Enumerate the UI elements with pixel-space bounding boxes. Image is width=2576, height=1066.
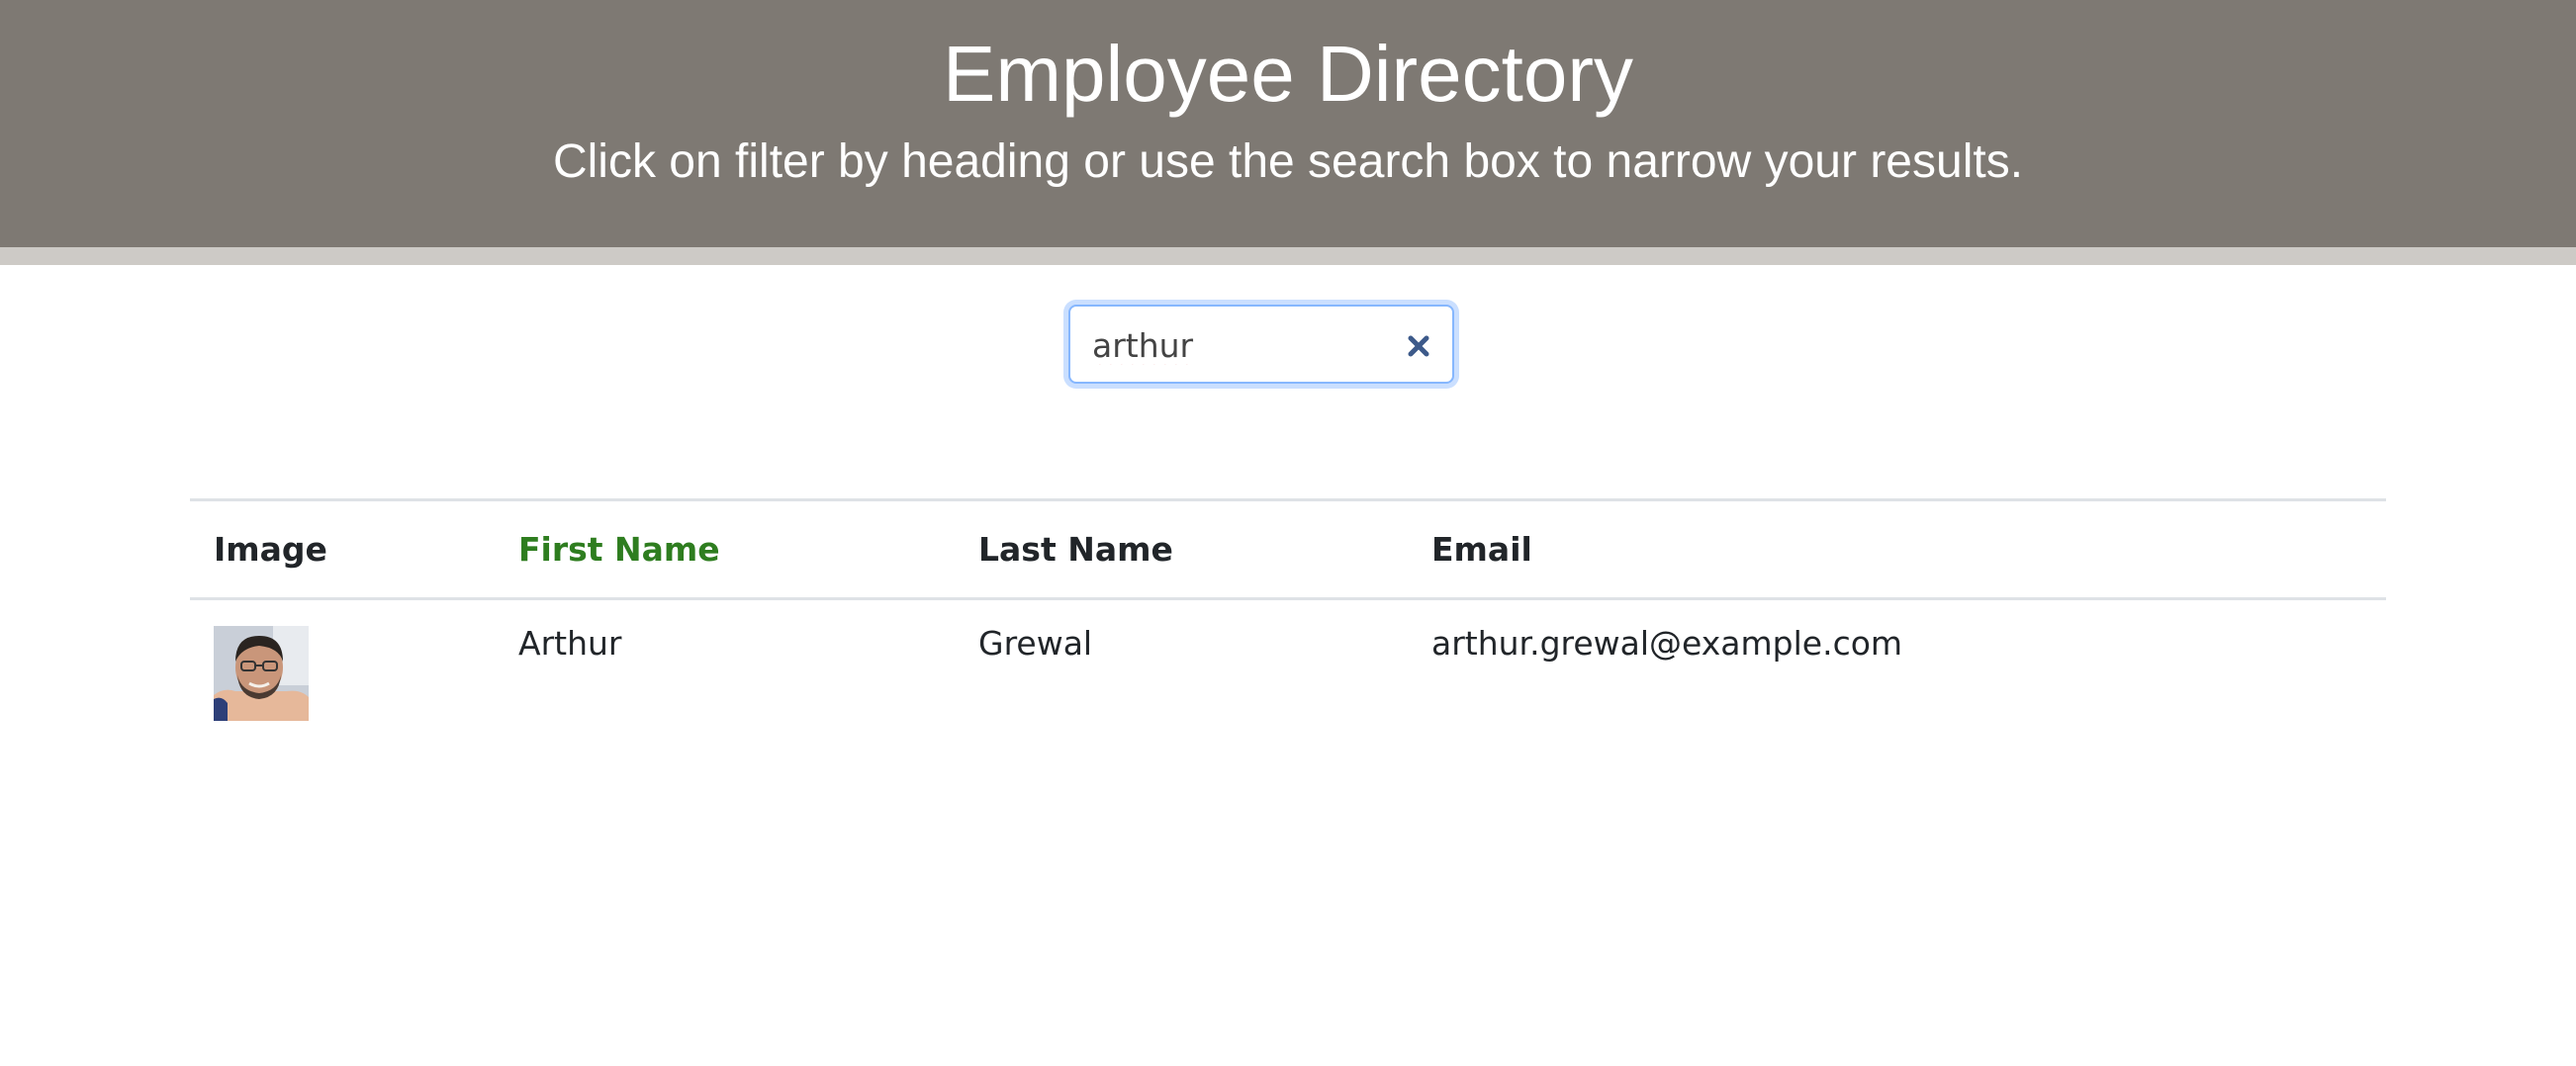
clear-search-button[interactable]: [1397, 324, 1440, 368]
table-row: Arthur Grewal arthur.grewal@example.com: [190, 599, 2386, 726]
column-header-last-name[interactable]: Last Name: [955, 500, 1408, 599]
close-icon: [1408, 335, 1429, 357]
table-header-row: Image First Name Last Name Email: [190, 499, 2386, 599]
column-header-first-name[interactable]: First Name: [495, 500, 955, 599]
first-name-cell: Arthur: [518, 624, 622, 663]
employee-table: Image First Name Last Name Email Arthur …: [190, 498, 2386, 726]
page-subtitle: Click on filter by heading or use the se…: [552, 135, 2024, 188]
image-cell: [190, 599, 495, 726]
employee-photo: [214, 626, 309, 721]
search-box: [1068, 305, 1454, 384]
column-header-image[interactable]: Image: [190, 500, 495, 599]
page-header: Employee Directory Click on filter by he…: [0, 0, 2576, 247]
column-header-email[interactable]: Email: [1408, 500, 2386, 599]
email-cell: arthur.grewal@example.com: [1431, 624, 1903, 663]
header-divider: [0, 247, 2576, 265]
last-name-cell: Grewal: [978, 624, 1093, 663]
search-input[interactable]: [1092, 320, 1379, 370]
page-title: Employee Directory: [942, 30, 1633, 118]
